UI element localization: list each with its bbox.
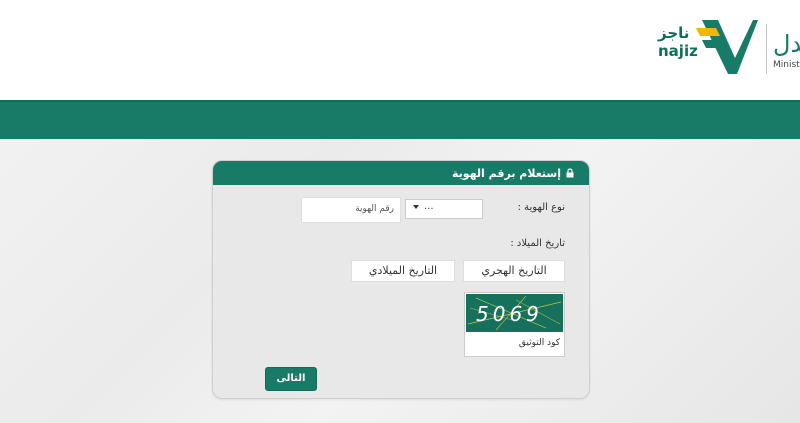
ministry-name-en: Minist xyxy=(773,60,800,70)
lock-icon xyxy=(566,168,574,178)
ministry-logo[interactable]: ـدل Minist xyxy=(766,24,800,74)
id-type-value: ... xyxy=(424,201,434,212)
captcha-box: 5069 كود التوثيق xyxy=(464,292,565,357)
birth-date-label: تاريخ الميلاد : xyxy=(510,238,565,249)
najiz-logo-text: najiz xyxy=(658,42,698,60)
id-number-placeholder: رقم الهوية xyxy=(355,204,394,214)
inquiry-form-card: إستعلام برقم الهوية نوع الهوية : ... رقم… xyxy=(212,160,590,399)
najiz-logo-ar: ناجز xyxy=(658,24,690,42)
captcha-label: كود التوثيق xyxy=(518,338,560,348)
nav-band xyxy=(0,100,800,139)
gregorian-date-option[interactable]: التاريخ الميلادي xyxy=(351,260,455,282)
captcha-text: 5069 xyxy=(476,302,543,326)
najiz-logo[interactable]: ناجز najiz xyxy=(658,18,758,78)
next-button[interactable]: التالى xyxy=(265,367,317,391)
form-title: إستعلام برقم الهوية xyxy=(451,167,561,180)
chevron-down-icon xyxy=(413,205,419,209)
id-number-input[interactable]: رقم الهوية xyxy=(301,197,401,223)
hijri-date-option[interactable]: التاريخ الهجري xyxy=(463,260,565,282)
ministry-name-ar: ـدل xyxy=(773,30,800,58)
id-type-label: نوع الهوية : xyxy=(517,202,565,213)
id-type-select[interactable]: ... xyxy=(405,199,483,219)
captcha-image[interactable]: 5069 xyxy=(466,294,563,332)
form-header: إستعلام برقم الهوية xyxy=(213,161,589,185)
